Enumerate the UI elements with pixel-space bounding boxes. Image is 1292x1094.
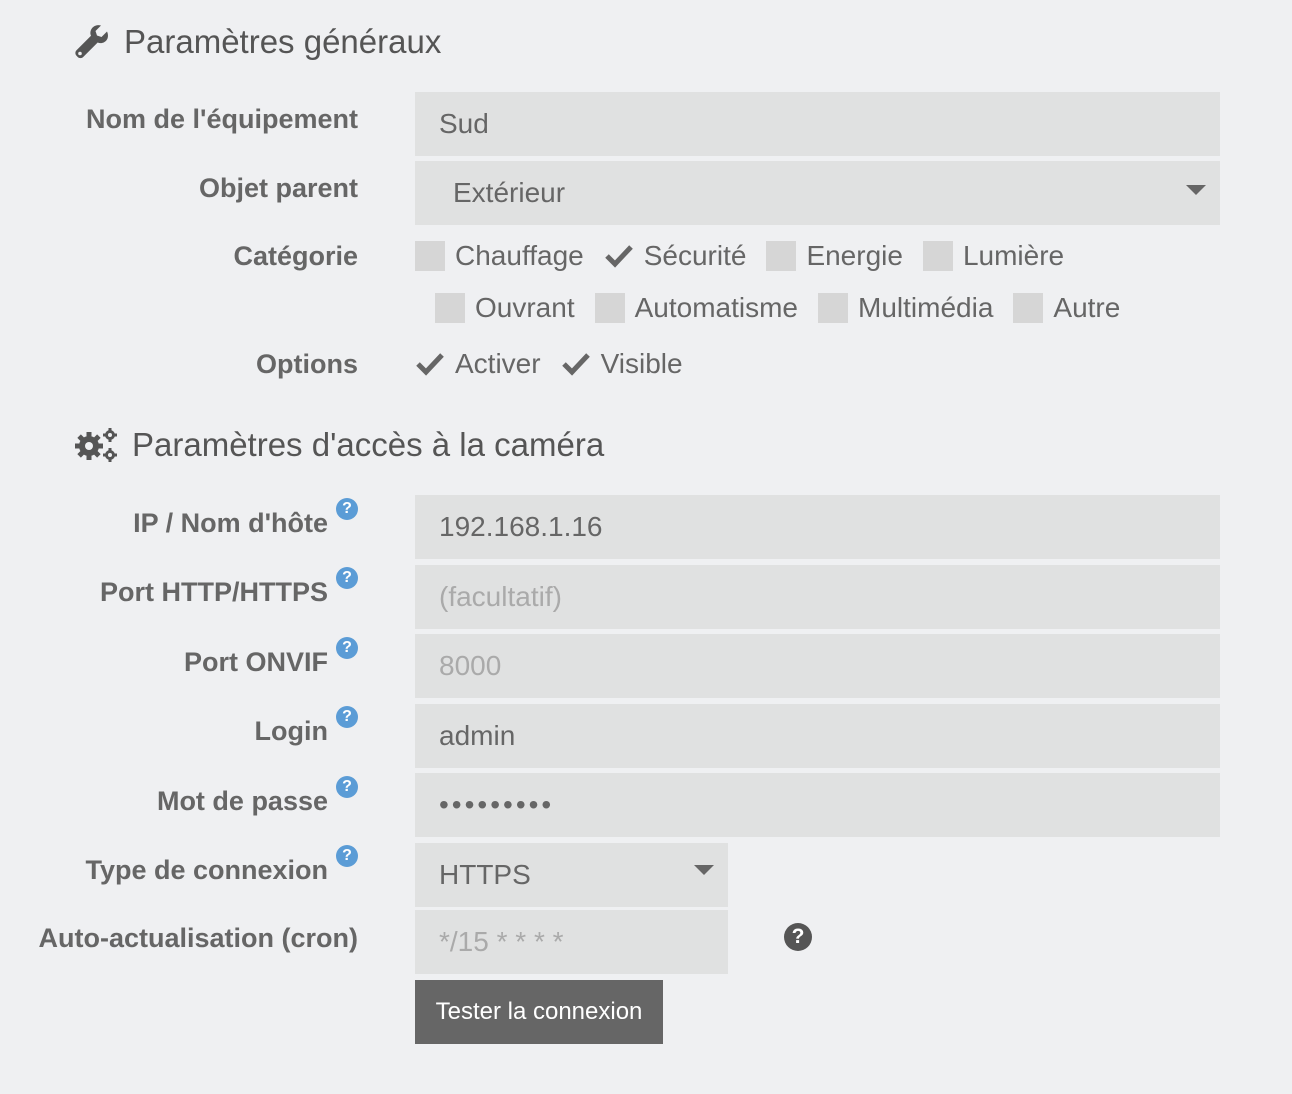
check-icon <box>604 245 633 268</box>
checkbox-checked[interactable] <box>561 349 591 379</box>
question-circle-icon[interactable]: ? <box>336 845 358 867</box>
question-circle-icon[interactable]: ? <box>336 498 358 520</box>
checkbox[interactable] <box>766 241 797 271</box>
cron-label: Auto-actualisation (cron) <box>38 923 358 953</box>
general-settings-title: Paramètres généraux <box>124 23 442 60</box>
options-label: Options <box>256 349 358 379</box>
equipment-name-input[interactable]: Sud <box>415 92 1220 156</box>
general-settings-heading: Paramètres généraux <box>74 20 441 64</box>
login-input[interactable]: admin <box>415 704 1220 768</box>
camera-settings-title: Paramètres d'accès à la caméra <box>132 426 605 463</box>
camera-settings-heading: Paramètres d'accès à la caméra <box>74 423 604 467</box>
http-port-label: Port HTTP/HTTPS ? <box>100 567 358 608</box>
category-lumiere[interactable]: Lumière <box>922 240 1064 272</box>
onvif-port-input[interactable]: 8000 <box>415 634 1220 698</box>
checkbox[interactable] <box>818 293 849 323</box>
option-visible[interactable]: Visible <box>561 348 683 380</box>
login-label: Login ? <box>255 706 358 747</box>
ip-label: IP / Nom d'hôte ? <box>133 498 358 539</box>
connection-type-label: Type de connexion ? <box>85 845 358 886</box>
check-icon <box>416 353 444 376</box>
checkbox[interactable] <box>594 293 625 323</box>
password-label: Mot de passe ? <box>157 776 358 817</box>
password-input[interactable]: ••••••••• <box>415 773 1220 837</box>
category-ouvrant[interactable]: Ouvrant <box>435 292 575 324</box>
checkbox[interactable] <box>435 293 465 323</box>
category-energie[interactable]: Energie <box>766 240 903 272</box>
connection-type-select[interactable]: HTTPS <box>415 843 728 907</box>
checkbox[interactable] <box>922 241 953 271</box>
category-label: Catégorie <box>233 241 358 271</box>
options-row: Activer Visible <box>415 348 703 380</box>
category-chauffage[interactable]: Chauffage <box>415 240 584 272</box>
checkbox-checked[interactable] <box>604 241 634 271</box>
gears-icon <box>75 428 117 462</box>
wrench-icon <box>75 25 108 59</box>
question-circle-icon[interactable]: ? <box>336 637 358 659</box>
checkbox[interactable] <box>1013 293 1044 323</box>
category-row-2: Ouvrant Automatisme Multimédia Autre <box>435 292 1140 324</box>
category-securite[interactable]: Sécurité <box>604 240 746 272</box>
chevron-down-icon <box>694 865 714 875</box>
checkbox-checked[interactable] <box>415 349 445 379</box>
equipment-name-label: Nom de l'équipement <box>86 104 358 134</box>
check-icon <box>561 353 590 376</box>
http-port-input[interactable]: (facultatif) <box>415 565 1220 629</box>
onvif-port-label: Port ONVIF ? <box>184 637 358 678</box>
test-connection-button[interactable]: Tester la connexion <box>415 980 663 1044</box>
option-activer[interactable]: Activer <box>415 348 541 380</box>
category-multimedia[interactable]: Multimédia <box>818 292 993 324</box>
question-circle-icon[interactable]: ? <box>336 567 358 589</box>
question-circle-icon[interactable]: ? <box>784 923 812 951</box>
checkbox[interactable] <box>415 241 445 271</box>
category-automatisme[interactable]: Automatisme <box>594 292 798 324</box>
cron-input[interactable]: */15 * * * * <box>415 910 728 974</box>
question-circle-icon[interactable]: ? <box>336 706 358 728</box>
category-autre[interactable]: Autre <box>1013 292 1120 324</box>
ip-input[interactable]: 192.168.1.16 <box>415 495 1220 559</box>
chevron-down-icon <box>1186 185 1206 195</box>
parent-object-label: Objet parent <box>198 173 358 203</box>
category-row-1: Chauffage Sécurité Energie Lumière <box>415 240 1084 272</box>
parent-object-select[interactable]: Extérieur <box>415 161 1220 225</box>
question-circle-icon[interactable]: ? <box>336 776 358 798</box>
